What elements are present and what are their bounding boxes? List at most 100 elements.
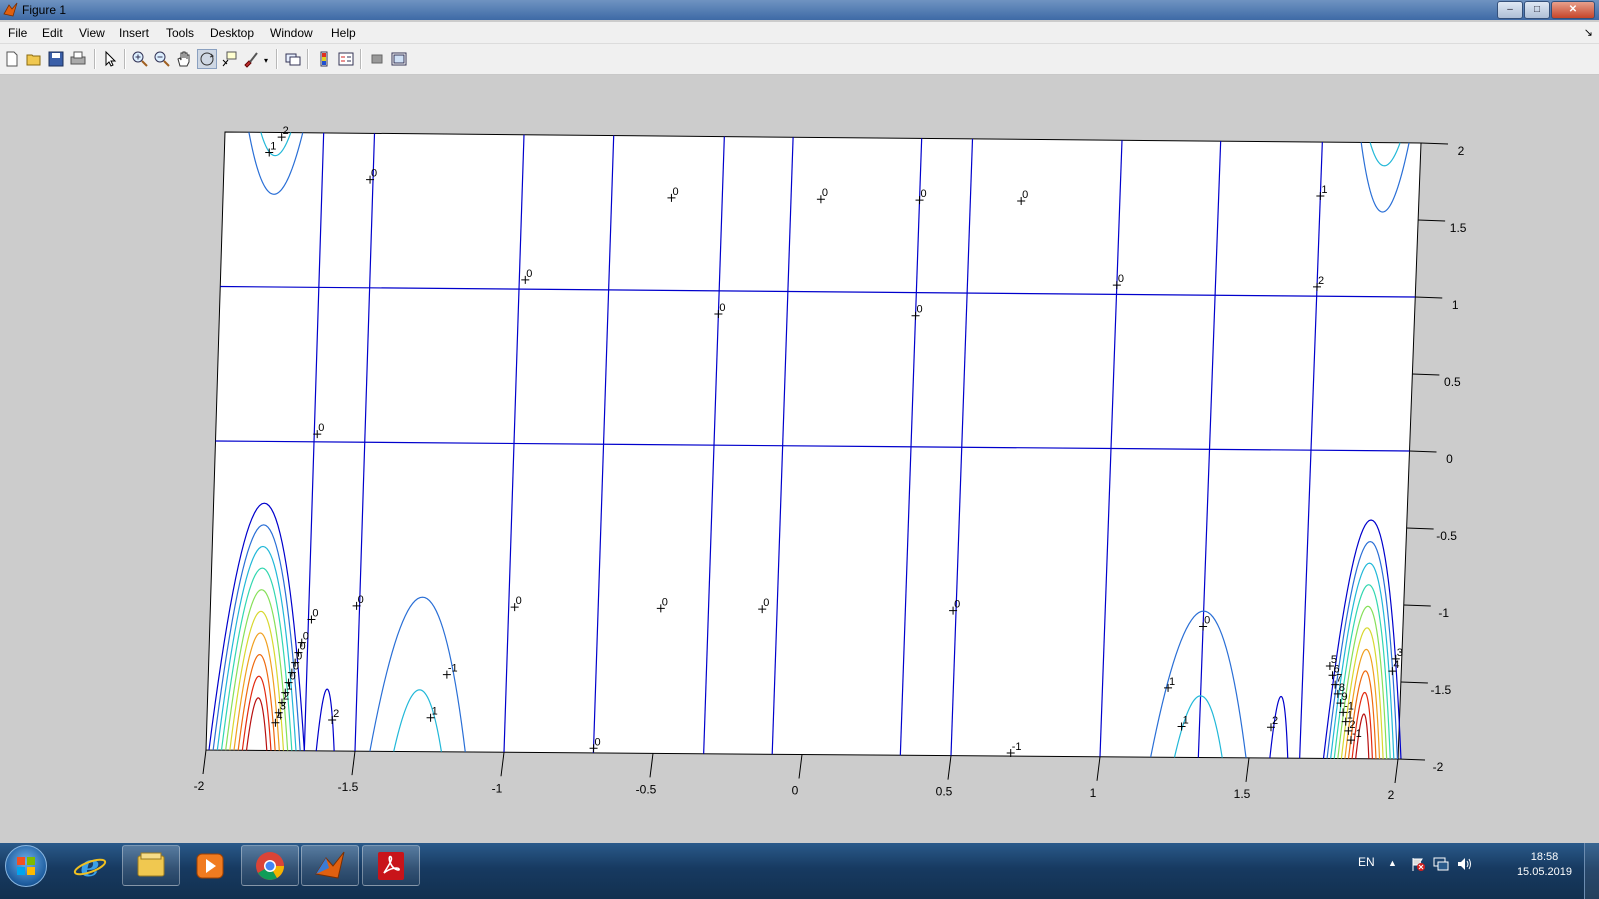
pdf-reader-icon[interactable] [362,845,420,886]
link-plot-icon[interactable] [284,50,302,68]
contour-label: 0 [917,304,923,316]
y-axis-tick [1397,758,1426,761]
toolbar-separator [94,49,96,69]
contour-label: 2 [333,708,339,720]
chevron-down-icon[interactable]: ▾ [264,56,268,65]
menu-help[interactable]: Help [331,26,356,40]
x-axis-tick-label: 0.5 [936,785,953,799]
zoom-in-icon[interactable] [131,50,149,68]
x-axis-tick [649,753,654,778]
menu-view[interactable]: View [79,26,105,40]
figure-toolbar: ▾ [0,44,1599,75]
insert-colorbar-icon[interactable] [315,50,333,68]
contour-label: 1 [1321,184,1327,196]
x-axis-tick [1394,758,1399,784]
media-player-icon[interactable] [182,845,240,886]
save-icon[interactable] [47,50,65,68]
y-axis-tick-label: 1 [1452,298,1459,312]
edit-plot-arrow-icon[interactable] [101,50,119,68]
contour-label: 4 [1393,659,1399,671]
menu-file[interactable]: File [8,26,27,40]
print-icon[interactable] [69,50,87,68]
brush-icon[interactable] [242,50,260,68]
menu-tools[interactable]: Tools [166,26,194,40]
contour-label: 0 [595,736,601,748]
network-icon[interactable] [1432,856,1450,872]
x-axis-tick [500,752,505,777]
windows-taskbar: e EN ▲ 18:58 15.05.2019 [0,843,1599,899]
toolbar-separator [360,49,362,69]
y-axis-tick-label: 2 [1458,144,1465,158]
y-axis-tick [1406,527,1434,530]
window-controls: – □ ✕ [1497,1,1595,19]
maximize-button[interactable]: □ [1524,1,1550,19]
contour-label: 2 [1272,715,1278,727]
x-axis-tick [947,755,952,780]
start-button[interactable] [5,845,47,887]
contour-label: 0 [719,302,725,314]
contour-label: 0 [921,188,927,200]
internet-explorer-icon[interactable]: e [61,845,119,886]
action-center-flag-icon[interactable] [1410,856,1426,872]
y-axis-tick [1412,373,1440,376]
rotate-3d-icon[interactable] [197,49,217,69]
y-axis-tick-label: -1 [1438,606,1449,620]
zoom-out-icon[interactable] [153,50,171,68]
language-indicator[interactable]: EN [1358,855,1375,869]
toolbar-separator [124,49,126,69]
contour-label: 0 [1118,273,1124,285]
contour-label: 0 [516,595,522,607]
tray-overflow-icon[interactable]: ▲ [1388,858,1397,868]
new-figure-icon[interactable] [3,50,21,68]
close-button[interactable]: ✕ [1551,1,1595,19]
contour-label: 2 [1318,275,1324,287]
menu-window[interactable]: Window [270,26,313,40]
x-axis-tick-label: -1.5 [338,780,359,794]
contour-label: 3 [1397,647,1403,659]
dock-arrow-icon[interactable]: ↘ [1584,26,1593,39]
window-title-bar[interactable]: Figure 1 – □ ✕ [0,0,1599,20]
x-axis-tick-label: -0.5 [636,782,657,796]
contour-label: 0 [822,187,828,199]
contour-label: 0 [526,268,532,280]
x-axis-tick-label: -2 [194,779,205,793]
contour-label: 1 [270,140,276,152]
system-clock[interactable]: 18:58 15.05.2019 [1517,850,1572,880]
contour-label: 0 [1022,189,1028,201]
hide-plot-tools-icon[interactable] [368,50,386,68]
toolbar-separator [307,49,309,69]
file-explorer-icon[interactable] [122,845,180,886]
x-axis-tick [1245,757,1250,782]
show-plot-tools-icon[interactable] [390,50,408,68]
matlab-app-icon [3,2,18,17]
y-axis-tick-label: -0.5 [1436,529,1457,543]
y-axis-tick [1415,296,1443,299]
contour-plot[interactable]: 2100000 000 120 0 0 0 0000000000123456789-112-… [0,75,1599,840]
x-axis-tick-label: 1 [1090,786,1097,800]
menu-insert[interactable]: Insert [119,26,149,40]
x-axis-tick-label: 0 [792,784,799,798]
pan-hand-icon[interactable] [175,50,193,68]
contour-label: 1 [1169,676,1175,688]
contour-label: -1 [1012,741,1022,753]
chrome-icon[interactable] [241,845,299,886]
open-file-icon[interactable] [25,50,43,68]
data-cursor-icon[interactable] [220,50,238,68]
toolbar-separator [276,49,278,69]
contour-label: -1 [448,663,458,675]
contour-label: 0 [954,599,960,611]
volume-icon[interactable] [1456,856,1474,872]
y-axis-tick-label: -2 [1433,760,1444,774]
y-axis-tick [1409,450,1437,453]
minimize-button[interactable]: – [1497,1,1523,19]
insert-legend-icon[interactable] [337,50,355,68]
x-axis-tick [202,749,207,775]
y-axis-tick-label: 0.5 [1444,375,1461,389]
menu-edit[interactable]: Edit [42,26,63,40]
matlab-icon[interactable] [301,845,359,886]
window-title: Figure 1 [22,3,67,17]
show-desktop-button[interactable] [1584,843,1599,899]
menu-desktop[interactable]: Desktop [210,26,254,40]
clock-time: 18:58 [1530,851,1559,863]
figure-canvas[interactable]: 2 1 0 0 0 0 0 0 0 0 1 2 0 0 0 0 0 0 0 0 0 0 0 0 0 0 1 2 3 4 5 6 7 8 9 -1 1 2-… [0,75,1599,840]
